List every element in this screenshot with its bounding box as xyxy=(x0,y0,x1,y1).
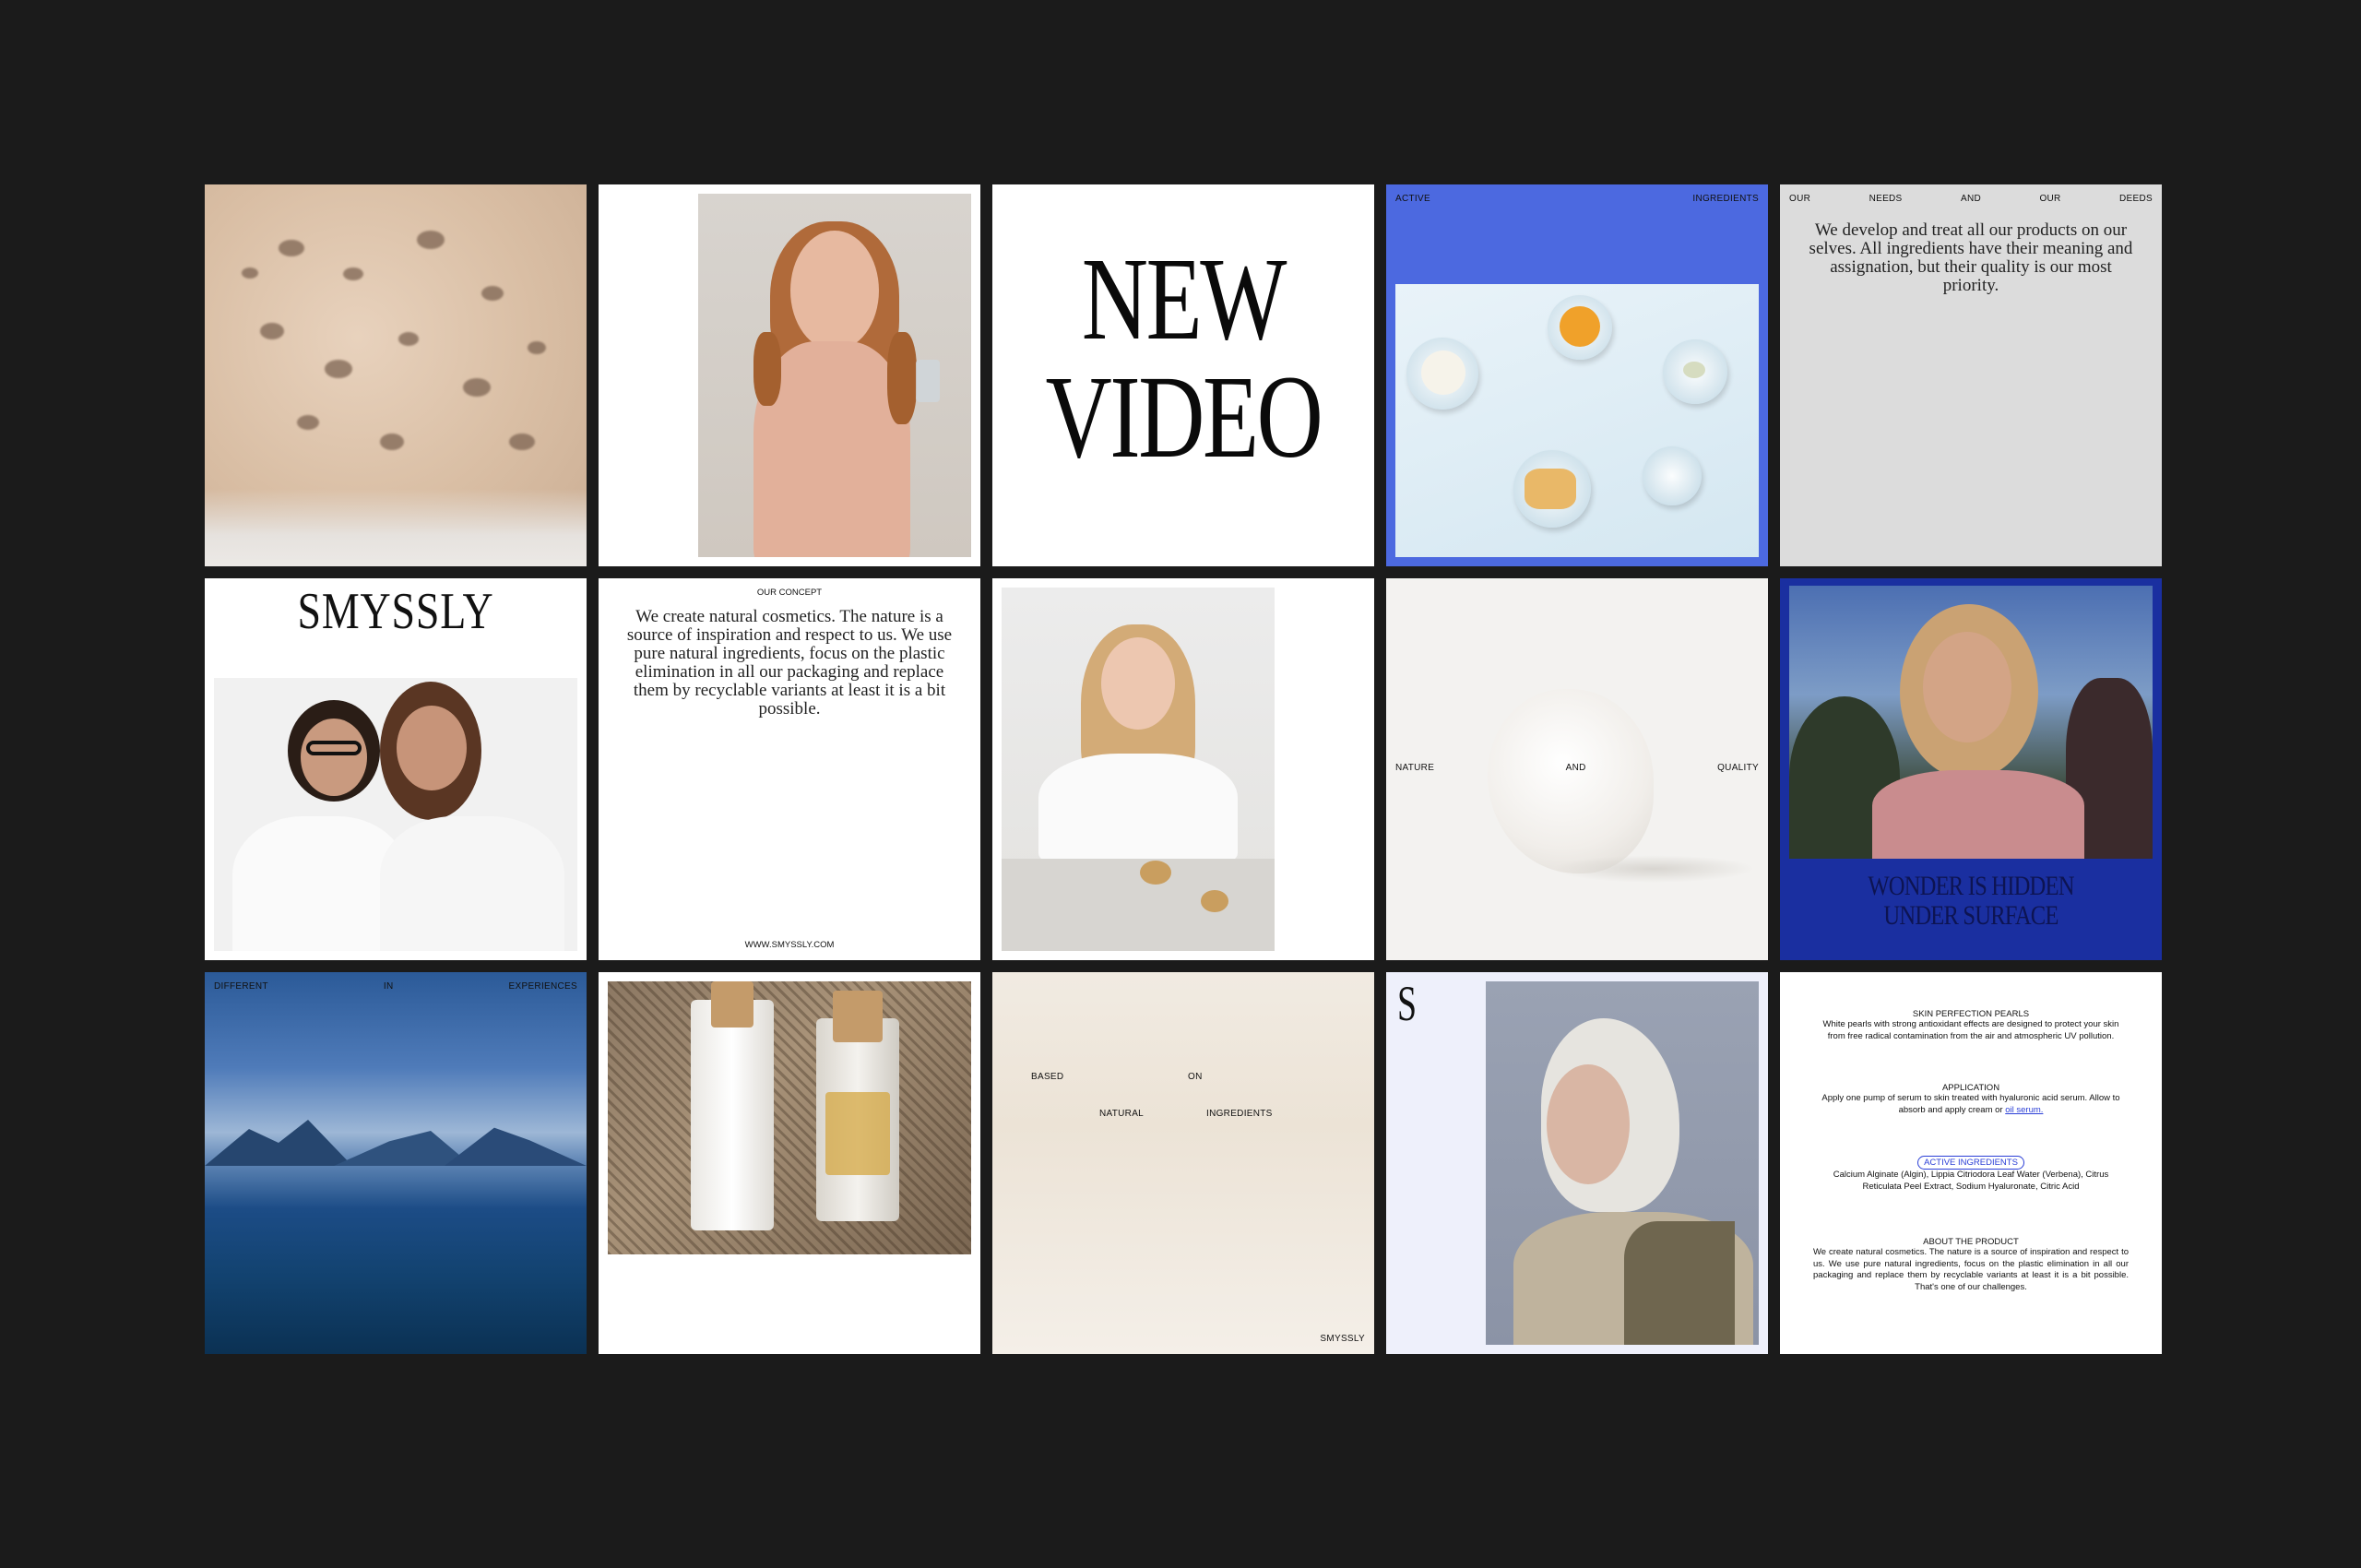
oil-serum-link[interactable]: oil serum. xyxy=(2005,1105,2043,1115)
tile-new-video: NEW VIDEO xyxy=(992,184,1374,566)
ingredients-list: Calcium Alginate (Algin), Lippia Citriod… xyxy=(1833,1170,2109,1192)
based-label: BASED xyxy=(1031,1072,1064,1082)
needs-word-2: NEEDS xyxy=(1869,194,1903,204)
wonder-line2: UNDER SURFACE xyxy=(1883,900,2058,931)
tile-based-on: BASED ON NATURAL INGREDIENTS SMYSSLY xyxy=(992,972,1374,1354)
white-stone-object xyxy=(1488,689,1654,873)
tile-serum-woman xyxy=(599,184,980,566)
needs-word-4: OUR xyxy=(2039,194,2061,204)
needs-word-5: DEEDS xyxy=(2119,194,2153,204)
wonder-line1: WONDER IS HIDDEN xyxy=(1868,871,2074,901)
product-heading: SKIN PERFECTION PEARLS xyxy=(1912,1009,2030,1019)
new-video-line2: VIDEO xyxy=(1045,351,1323,482)
tile-needs-deeds: OUR NEEDS AND OUR DEEDS We develop and t… xyxy=(1780,184,2162,566)
tile-girl-cream xyxy=(992,578,1374,960)
gift-box-photo xyxy=(608,981,971,1254)
about-heading: ABOUT THE PRODUCT xyxy=(1923,1237,2019,1248)
elderly-woman-photo xyxy=(1486,981,1759,1345)
sponge-image xyxy=(205,184,587,566)
woman-outdoor-photo xyxy=(1789,586,2153,859)
mountains-image xyxy=(205,1111,587,1166)
natural-label: NATURAL xyxy=(1099,1109,1145,1119)
and-label: AND xyxy=(1565,763,1586,773)
active-right-label: INGREDIENTS xyxy=(1692,194,1759,204)
needs-paragraph: We develop and treat all our products on… xyxy=(1809,220,2133,295)
monogram-logo: S xyxy=(1397,976,1418,1031)
moodboard-grid: NEW VIDEO ACTIVE INGREDIENTS OUR NEEDS A… xyxy=(205,184,2162,1354)
on-label: ON xyxy=(1188,1072,1203,1082)
tile-wonder: WONDER IS HIDDEN UNDER SURFACE xyxy=(1780,578,2162,960)
product-description: White pearls with strong antioxidant eff… xyxy=(1822,1019,2119,1041)
about-text: We create natural cosmetics. The nature … xyxy=(1813,1247,2129,1292)
in-label: IN xyxy=(383,981,394,992)
brand-label: SMYSSLY xyxy=(1320,1334,1365,1344)
needs-word-3: AND xyxy=(1960,194,1981,204)
nature-label: NATURE xyxy=(1395,763,1435,773)
tile-active-ingredients: ACTIVE INGREDIENTS xyxy=(1386,184,1768,566)
application-text: Apply one pump of serum to skin treated … xyxy=(1813,1093,2129,1116)
ingredients-label: INGREDIENTS xyxy=(1206,1109,1273,1119)
tile-sponge xyxy=(205,184,587,566)
different-label: DIFFERENT xyxy=(214,981,268,992)
founders-photo xyxy=(214,678,577,951)
tile-lake: DIFFERENT IN EXPERIENCES xyxy=(205,972,587,1354)
tile-elderly-woman: S xyxy=(1386,972,1768,1354)
tile-gift-box xyxy=(599,972,980,1354)
concept-paragraph: We create natural cosmetics. The nature … xyxy=(626,607,953,719)
active-ingredients-heading: ACTIVE INGREDIENTS xyxy=(1917,1156,2024,1170)
quality-label: QUALITY xyxy=(1717,763,1759,773)
smyssly-logo: SMYSSLY xyxy=(297,583,494,640)
tile-logo-founders: SMYSSLY xyxy=(205,578,587,960)
application-body: Apply one pump of serum to skin treated … xyxy=(1821,1093,2120,1115)
tile-nature-quality: NATURE AND QUALITY xyxy=(1386,578,1768,960)
ingredients-dishes-photo xyxy=(1395,284,1759,557)
girl-cream-photo xyxy=(1002,588,1275,951)
new-video-line1: NEW xyxy=(1081,233,1287,364)
woman-serum-photo xyxy=(698,194,971,557)
application-heading: APPLICATION xyxy=(1941,1083,2000,1094)
tile-product-info: SKIN PERFECTION PEARLS White pearls with… xyxy=(1780,972,2162,1354)
website-url: WWW.SMYSSLY.COM xyxy=(744,940,835,950)
active-left-label: ACTIVE xyxy=(1395,194,1430,204)
needs-word-1: OUR xyxy=(1789,194,1811,204)
tile-our-concept: OUR CONCEPT We create natural cosmetics.… xyxy=(599,578,980,960)
concept-label: OUR CONCEPT xyxy=(756,588,823,598)
experiences-label: EXPERIENCES xyxy=(508,981,577,992)
